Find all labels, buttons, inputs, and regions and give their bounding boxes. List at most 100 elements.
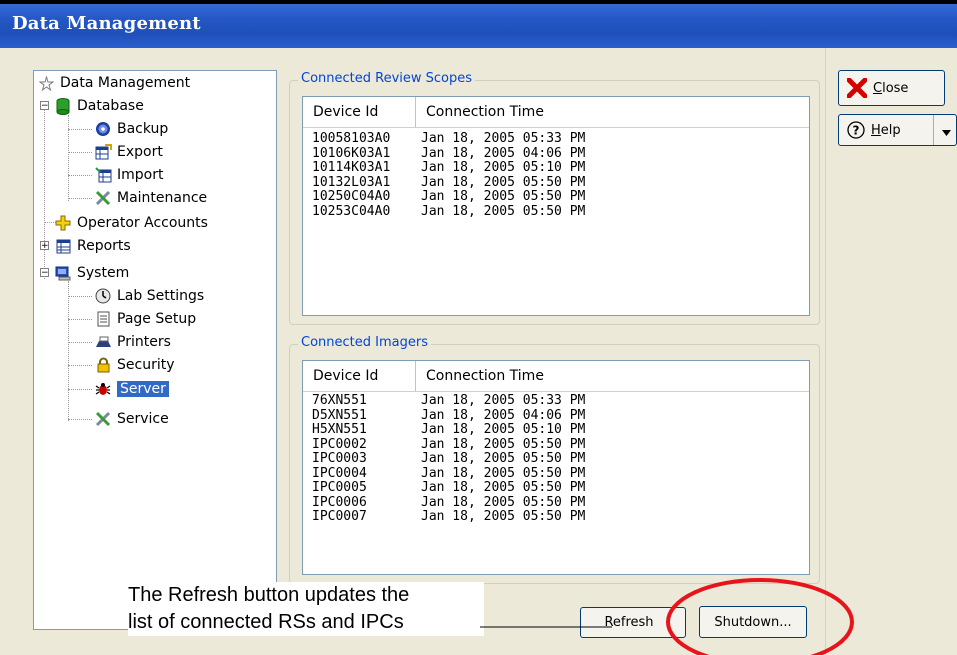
tree-item-export[interactable]: Export <box>94 141 163 163</box>
tree-item-data-management[interactable]: Data Management <box>37 72 190 94</box>
list-row[interactable]: IPC0002 Jan 18, 2005 05:50 PM <box>303 436 809 453</box>
backup-disc-icon <box>94 120 112 138</box>
lock-icon <box>94 356 112 374</box>
tree-item-page-setup[interactable]: Page Setup <box>94 308 196 330</box>
column-header-device-id[interactable]: Device Id <box>303 97 416 127</box>
tree-item-service[interactable]: Service <box>94 408 169 430</box>
tools-icon <box>94 189 112 207</box>
connection-time: Jan 18, 2005 05:50 PM <box>421 509 586 524</box>
list-row[interactable]: 10106K03A1 Jan 18, 2005 04:06 PM <box>303 145 809 162</box>
close-accelerator: C <box>873 80 883 96</box>
connection-time: Jan 18, 2005 05:50 PM <box>421 480 586 495</box>
device-id: 10253C04A0 <box>312 203 391 219</box>
tree-label: Security <box>117 357 175 373</box>
tree-label: Page Setup <box>117 311 197 327</box>
connection-time: Jan 18, 2005 05:50 PM <box>421 203 586 219</box>
connection-time: Jan 18, 2005 05:33 PM <box>421 393 586 408</box>
column-header-connection-time[interactable]: Connection Time <box>416 361 809 391</box>
computer-icon <box>54 264 72 282</box>
tree-label: Export <box>117 144 163 160</box>
review-scopes-legend: Connected Review Scopes <box>298 71 476 86</box>
tree-connector <box>68 365 92 366</box>
help-button[interactable]: ? Help <box>838 114 957 146</box>
page-icon <box>94 310 112 328</box>
tree-connector <box>68 175 92 176</box>
tree-item-system[interactable]: System <box>54 262 129 284</box>
tree-item-reports[interactable]: Reports <box>54 235 131 257</box>
tree-label: Data Management <box>60 75 191 91</box>
tree-item-server[interactable]: Server <box>94 378 169 400</box>
list-row[interactable]: IPC0006 Jan 18, 2005 05:50 PM <box>303 494 809 511</box>
tree-item-lab-settings[interactable]: Lab Settings <box>94 285 204 307</box>
title-bar: Data Management <box>0 0 957 48</box>
tree-item-maintenance[interactable]: Maintenance <box>94 187 207 209</box>
shutdown-button[interactable]: Shutdown... <box>699 606 807 638</box>
tree-label: Reports <box>77 238 131 254</box>
device-id: IPC0006 <box>312 494 367 510</box>
tree-connector <box>68 281 69 421</box>
tree-label: Backup <box>117 121 169 137</box>
device-id: 10058103A0 <box>312 131 391 146</box>
tree-item-printers[interactable]: Printers <box>94 331 171 353</box>
column-header-connection-time[interactable]: Connection Time <box>416 97 809 127</box>
collapse-database-toggle[interactable]: − <box>40 101 49 111</box>
tree-connector <box>68 115 69 201</box>
connection-time: Jan 18, 2005 05:33 PM <box>421 131 586 146</box>
list-row[interactable]: IPC0005 Jan 18, 2005 05:50 PM <box>303 480 809 496</box>
close-button[interactable]: Close <box>838 70 945 106</box>
list-row[interactable]: 10114K03A1 Jan 18, 2005 05:10 PM <box>303 160 809 176</box>
navigation-tree[interactable]: Data Management − Database Backup Export <box>33 70 277 630</box>
tree-connector <box>68 129 92 130</box>
plus-badge-icon <box>54 214 72 232</box>
expand-reports-toggle[interactable]: + <box>40 241 49 251</box>
list-row[interactable]: IPC0003 Jan 18, 2005 05:50 PM <box>303 451 809 467</box>
tree-item-database[interactable]: Database <box>54 95 144 117</box>
list-row[interactable]: IPC0004 Jan 18, 2005 05:50 PM <box>303 465 809 482</box>
connection-time: Jan 18, 2005 05:50 PM <box>421 465 586 481</box>
list-row[interactable]: D5XN551 Jan 18, 2005 04:06 PM <box>303 407 809 424</box>
connection-time: Jan 18, 2005 05:10 PM <box>421 160 586 175</box>
list-row[interactable]: 76XN551 Jan 18, 2005 05:33 PM <box>303 393 809 409</box>
tree-label: Service <box>117 411 169 427</box>
list-row[interactable]: 10058103A0 Jan 18, 2005 05:33 PM <box>303 131 809 147</box>
connection-time: Jan 18, 2005 05:50 PM <box>421 189 586 204</box>
list-row[interactable]: H5XN551 Jan 18, 2005 05:10 PM <box>303 422 809 438</box>
device-id: 10106K03A1 <box>312 145 391 161</box>
device-id: IPC0005 <box>312 480 367 495</box>
printer-icon <box>94 333 112 351</box>
device-id: 10250C04A0 <box>312 189 391 204</box>
list-row[interactable]: 10250C04A0 Jan 18, 2005 05:50 PM <box>303 189 809 205</box>
tree-item-security[interactable]: Security <box>94 354 175 376</box>
list-row[interactable]: 10132L03A1 Jan 18, 2005 05:50 PM <box>303 174 809 191</box>
tree-label: Import <box>117 167 164 183</box>
tree-connector <box>68 319 92 320</box>
connection-time: Jan 18, 2005 05:10 PM <box>421 422 586 437</box>
tree-connector <box>68 198 92 199</box>
close-x-icon <box>847 78 867 98</box>
column-header-device-id[interactable]: Device Id <box>303 361 416 391</box>
data-management-window: Data Management Data Management − Databa… <box>0 0 957 655</box>
tree-item-backup[interactable]: Backup <box>94 118 168 140</box>
import-table-icon <box>94 166 112 184</box>
tree-item-operator-accounts[interactable]: Operator Accounts <box>54 212 208 234</box>
tree-item-import[interactable]: Import <box>94 164 163 186</box>
list-row[interactable]: IPC0007 Jan 18, 2005 05:50 PM <box>303 509 809 525</box>
top-edge <box>0 0 957 4</box>
list-header: Device Id Connection Time <box>303 97 809 128</box>
imagers-list[interactable]: Device Id Connection Time 76XN551 Jan 18,… <box>302 360 810 575</box>
list-row[interactable]: 10253C04A0 Jan 18, 2005 05:50 PM <box>303 203 809 220</box>
tree-connector <box>68 152 92 153</box>
collapse-system-toggle[interactable]: − <box>40 268 49 278</box>
connection-time: Jan 18, 2005 04:06 PM <box>421 407 586 423</box>
connection-time: Jan 18, 2005 05:50 PM <box>421 174 586 190</box>
connection-time: Jan 18, 2005 05:50 PM <box>421 451 586 466</box>
refresh-label: Refresh <box>604 615 654 630</box>
bug-icon <box>94 380 112 398</box>
tree-connector <box>44 105 45 279</box>
refresh-button[interactable]: Refresh <box>580 607 686 638</box>
tree-label: Database <box>77 98 144 114</box>
review-scopes-list[interactable]: Device Id Connection Time 10058103A0 Jan … <box>302 96 810 316</box>
device-id: IPC0002 <box>312 436 367 452</box>
imagers-legend: Connected Imagers <box>298 335 431 350</box>
dropdown-arrow-icon[interactable] <box>942 125 951 140</box>
